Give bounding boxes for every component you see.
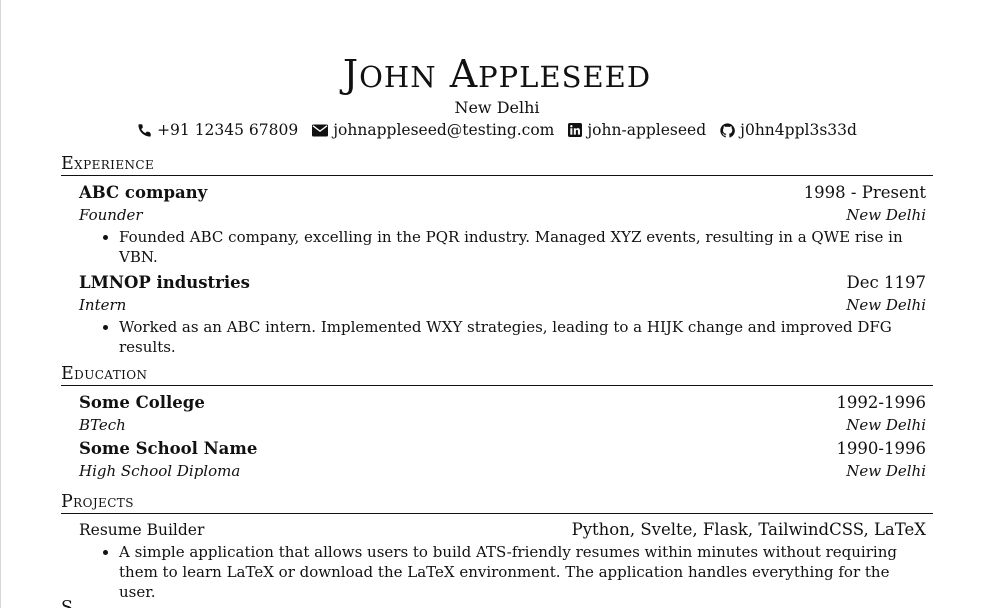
education-school: Some College	[79, 393, 205, 412]
project-entry: Resume Builder Python, Svelte, Flask, Ta…	[61, 519, 933, 602]
phone-icon	[138, 123, 151, 137]
education-date: 1990-1996	[836, 439, 926, 458]
candidate-location: New Delhi	[454, 98, 540, 117]
bullet-item: A simple application that allows users t…	[119, 542, 926, 602]
experience-location: New Delhi	[846, 296, 926, 314]
candidate-name: John Appleseed	[61, 52, 933, 99]
contact-phone[interactable]: +91 12345 67809	[137, 119, 298, 141]
section-title-partial: S	[61, 598, 74, 608]
name-last-initial: A	[449, 52, 479, 96]
experience-bullets: Founded ABC company, excelling in the PQ…	[79, 227, 926, 267]
bullet-item: Worked as an ABC intern. Implemented WXY…	[119, 317, 926, 357]
experience-entry: ABC company 1998 - Present Founder New D…	[61, 181, 933, 267]
section-title-projects: Projects	[61, 491, 933, 514]
project-bullets: A simple application that allows users t…	[79, 542, 926, 602]
linkedin-text: john-appleseed	[587, 121, 707, 139]
experience-section: Experience ABC company 1998 - Present Fo…	[61, 153, 933, 357]
projects-section: Projects Resume Builder Python, Svelte, …	[61, 491, 933, 602]
experience-location: New Delhi	[846, 206, 926, 224]
education-location: New Delhi	[846, 416, 926, 434]
name-last-rest: ppleseed	[478, 60, 652, 94]
bullet-item: Founded ABC company, excelling in the PQ…	[119, 227, 926, 267]
name-first-initial: J	[342, 52, 360, 96]
education-date: 1992-1996	[836, 393, 926, 412]
name-first-rest: ohn	[359, 60, 437, 94]
education-entry: Some School Name 1990-1996 High School D…	[61, 437, 933, 482]
contact-github[interactable]: j0hn4ppl3s33d	[720, 119, 857, 141]
phone-text: +91 12345 67809	[157, 121, 299, 139]
resume-page: John Appleseed New Delhi +91 12345 67809…	[61, 52, 933, 606]
experience-entry: LMNOP industries Dec 1197 Intern New Del…	[61, 271, 933, 357]
contact-row: +91 12345 67809 johnappleseed@testing.co…	[61, 119, 933, 141]
section-title-education: Education	[61, 363, 933, 386]
education-school: Some School Name	[79, 439, 258, 458]
contact-email[interactable]: johnappleseed@testing.com	[312, 119, 554, 141]
experience-org: LMNOP industries	[79, 273, 250, 292]
experience-role: Intern	[79, 296, 127, 314]
email-text: johnappleseed@testing.com	[333, 121, 555, 139]
github-icon	[720, 122, 736, 138]
education-section: Education Some College 1992-1996 BTech N…	[61, 363, 933, 482]
project-tech: Python, Svelte, Flask, TailwindCSS, LaTe…	[571, 520, 926, 539]
github-text: j0hn4ppl3s33d	[740, 121, 857, 139]
experience-role: Founder	[79, 206, 143, 224]
experience-org: ABC company	[79, 183, 208, 202]
experience-date: 1998 - Present	[803, 183, 926, 202]
section-title-experience: Experience	[61, 153, 933, 176]
linkedin-icon	[568, 123, 583, 137]
contact-linkedin[interactable]: john-appleseed	[568, 119, 706, 141]
education-degree: High School Diploma	[79, 462, 241, 480]
education-degree: BTech	[79, 416, 126, 434]
page-left-border	[0, 0, 1, 608]
project-name: Resume Builder	[79, 521, 205, 539]
education-entry: Some College 1992-1996 BTech New Delhi	[61, 391, 933, 436]
experience-date: Dec 1197	[846, 273, 926, 292]
experience-bullets: Worked as an ABC intern. Implemented WXY…	[79, 317, 926, 357]
education-location: New Delhi	[846, 462, 926, 480]
envelope-icon	[312, 124, 329, 136]
